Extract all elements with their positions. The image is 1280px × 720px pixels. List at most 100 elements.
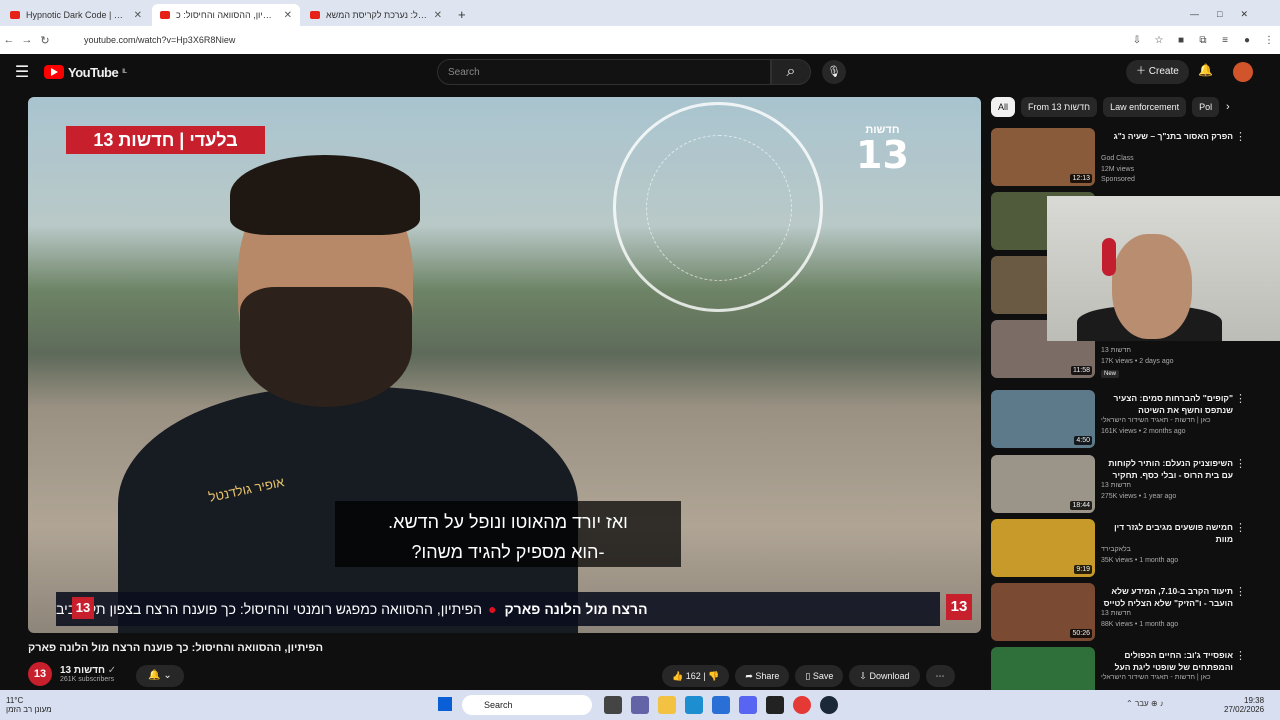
view-count: 88K views • 1 month ago xyxy=(1101,621,1179,628)
bookmark-star-icon[interactable]: ☆ xyxy=(1148,35,1170,46)
app-icon[interactable] xyxy=(766,696,784,714)
steam-icon[interactable] xyxy=(820,696,838,714)
view-count: 35K views • 1 month ago xyxy=(1101,557,1179,564)
window-controls[interactable]: —□✕ xyxy=(1190,9,1266,20)
video-actions: 👍 162 | 👎 ➦ Share ▯ Save ⇩ Download ⋯ xyxy=(662,665,955,687)
media-icon[interactable]: ≡ xyxy=(1214,35,1236,46)
edge-icon[interactable] xyxy=(685,696,703,714)
chrome-icon[interactable] xyxy=(793,696,811,714)
view-count: 12M views xyxy=(1101,166,1135,173)
video-thumbnail[interactable]: 18:44 xyxy=(991,455,1095,513)
chevron-right-icon[interactable]: › xyxy=(1226,101,1230,113)
weather-widget[interactable]: 11°C מעונן רב הזמן xyxy=(6,696,52,714)
store-icon[interactable] xyxy=(712,696,730,714)
channel-name: כאן | חדשות - תאגיד השידור הישראלי xyxy=(1101,417,1211,424)
profile-icon[interactable]: ● xyxy=(1236,35,1258,46)
more-options-icon[interactable]: ⋮ xyxy=(1235,457,1246,470)
clock[interactable]: 19:38 27/02/2026 xyxy=(1224,696,1264,714)
video-player[interactable]: אופיר גולדנטל בלעדי | חדשות 13 חדשות 13 … xyxy=(28,97,981,633)
search-icon: ⌕ xyxy=(786,63,796,80)
more-actions-button[interactable]: ⋯ xyxy=(925,665,955,687)
notifications-bell-icon[interactable]: 🔔 xyxy=(1198,63,1213,77)
search-input[interactable]: Search xyxy=(437,59,771,85)
chip-from-channel[interactable]: From חדשות 13 xyxy=(1021,97,1098,117)
puzzle-icon[interactable]: ⧉ xyxy=(1192,35,1214,46)
view-count: 275K views • 1 year ago xyxy=(1101,493,1177,500)
video-thumbnail[interactable]: 50:26 xyxy=(991,583,1095,641)
more-options-icon[interactable]: ⋮ xyxy=(1235,130,1246,143)
hamburger-menu-icon[interactable]: ☰ xyxy=(0,62,44,82)
subscription-bell-button[interactable]: 🔔 ⌄ xyxy=(136,665,184,687)
voice-search-icon[interactable]: 🎙 xyxy=(822,60,846,84)
video-title: אופסייד ג'וב: החיים הכפולים והמפתחים של … xyxy=(1114,650,1233,672)
recommended-video[interactable]: 9:19 חמישה פושעים מגיבים לגזר דין מוות בלא… xyxy=(991,519,1279,579)
view-count: 161K views • 2 months ago xyxy=(1101,428,1186,435)
new-tab-button[interactable]: + xyxy=(458,7,466,22)
chip-politics[interactable]: Pol xyxy=(1192,97,1220,117)
close-tab-icon[interactable]: ✕ xyxy=(134,10,142,21)
browser-tab-1[interactable]: Hypnotic Dark Code | Futuristic✕ xyxy=(2,4,150,26)
verified-icon: ✓ xyxy=(107,665,117,676)
recommended-video[interactable]: 4:50 "קופים" להברחות סמים: הצעיר שנתפס וח… xyxy=(991,390,1279,450)
subtitle-box: ואז יורד מהאוטו ונופל על הדשא. -הוא מספי… xyxy=(335,501,681,567)
beard xyxy=(240,287,412,407)
video-title: תיעוד הקרב ב-7.10, המידע שלא הועבר - ו"ה… xyxy=(1103,586,1233,608)
video-thumbnail[interactable]: 12:13 xyxy=(991,128,1095,186)
recommended-video[interactable]: 50:26 תיעוד הקרב ב-7.10, המידע שלא הועבר … xyxy=(991,583,1279,643)
thumbs-up-icon: 👍 xyxy=(672,671,684,681)
subscriber-count: 261K subscribers xyxy=(60,676,115,683)
more-options-icon[interactable]: ⋮ xyxy=(1235,521,1246,534)
video-thumbnail[interactable]: 4:50 xyxy=(991,390,1095,448)
channel-name[interactable]: חדשות 13 ✓ xyxy=(60,665,116,676)
like-button[interactable]: 👍 162 | 👎 xyxy=(662,665,730,687)
windows-start-icon[interactable] xyxy=(438,697,452,711)
file-explorer-icon[interactable] xyxy=(658,696,676,714)
chip-all[interactable]: All xyxy=(991,97,1016,117)
reload-icon[interactable]: ↻ xyxy=(36,34,54,47)
duration-badge: 4:50 xyxy=(1074,436,1092,445)
download-button[interactable]: ⇩ Download xyxy=(849,665,920,687)
channel-avatar[interactable]: 13 xyxy=(28,662,52,686)
more-options-icon[interactable]: ⋮ xyxy=(1235,585,1246,598)
share-button[interactable]: ➦ Share xyxy=(735,665,790,687)
video-title: הפיתיון, ההסוואה והחיסול: כך פוענח הרצח … xyxy=(28,642,324,654)
youtube-favicon-icon xyxy=(160,11,170,19)
channel-name: כאן | חדשות - תאגיד השידור הישראלי xyxy=(1101,674,1211,681)
youtube-favicon-icon xyxy=(310,11,320,19)
more-options-icon[interactable]: ⋮ xyxy=(1235,649,1246,662)
install-icon[interactable]: ⇩ xyxy=(1126,35,1148,46)
bullet-icon: ● xyxy=(488,601,497,617)
teams-icon[interactable] xyxy=(631,696,649,714)
duration-badge: 50:26 xyxy=(1070,629,1092,638)
recommended-video[interactable]: 18:44 השיפוצניק הנעלם: הותיר לקוחות עם בי… xyxy=(991,455,1279,515)
extension-icon[interactable]: ■ xyxy=(1170,35,1192,46)
close-tab-icon[interactable]: ✕ xyxy=(434,10,442,21)
back-icon[interactable]: ← xyxy=(0,34,18,46)
browser-tab-2[interactable]: הפיתיון, ההסוואה והחיסול: כ ✕ xyxy=(152,4,300,26)
video-title: השיפוצניק הנעלם: הותיר לקוחות עם בית הרו… xyxy=(1108,458,1233,480)
discord-icon[interactable] xyxy=(739,696,757,714)
browser-tab-strip: Hypnotic Dark Code | Futuristic✕ הפיתיון… xyxy=(0,0,1280,26)
address-bar-row: ← → ↻ youtube.com/watch?v=Hp3X6R8Niew ⇩ … xyxy=(0,26,1280,54)
create-button[interactable]: ＋ Create xyxy=(1126,60,1189,84)
url-field[interactable]: youtube.com/watch?v=Hp3X6R8Niew xyxy=(84,35,1126,45)
search-button[interactable]: ⌕ xyxy=(771,59,811,85)
save-button[interactable]: ▯ Save xyxy=(795,665,844,687)
forward-icon[interactable]: → xyxy=(18,34,36,46)
system-tray[interactable]: ⌃ עבר ⊕ ♪ xyxy=(1126,699,1164,708)
youtube-favicon-icon xyxy=(10,11,20,19)
youtube-logo[interactable]: YouTube IL xyxy=(44,65,127,80)
avatar[interactable] xyxy=(1233,62,1253,82)
task-view-icon[interactable] xyxy=(604,696,622,714)
taskbar-apps xyxy=(604,696,838,714)
more-options-icon[interactable]: ⋮ xyxy=(1235,392,1246,405)
recommended-video[interactable]: 12:13 הפרק האסור בתנ"ך – שעיה נ"ג God Clas… xyxy=(991,128,1279,188)
taskbar-search[interactable]: Search xyxy=(462,695,592,715)
filter-chips: All From חדשות 13 Law enforcement Pol xyxy=(991,97,1251,117)
video-thumbnail[interactable]: 9:19 xyxy=(991,519,1095,577)
close-tab-icon[interactable]: ✕ xyxy=(284,10,292,21)
chip-law-enforcement[interactable]: Law enforcement xyxy=(1103,97,1187,117)
browser-menu-icon[interactable]: ⋮ xyxy=(1258,35,1280,46)
channel-info[interactable]: 13 חדשות 13 ✓ 261K subscribers xyxy=(28,662,116,686)
browser-tab-3[interactable]: ישראל: נערכת לקריסת המשא ✕ xyxy=(302,4,450,26)
